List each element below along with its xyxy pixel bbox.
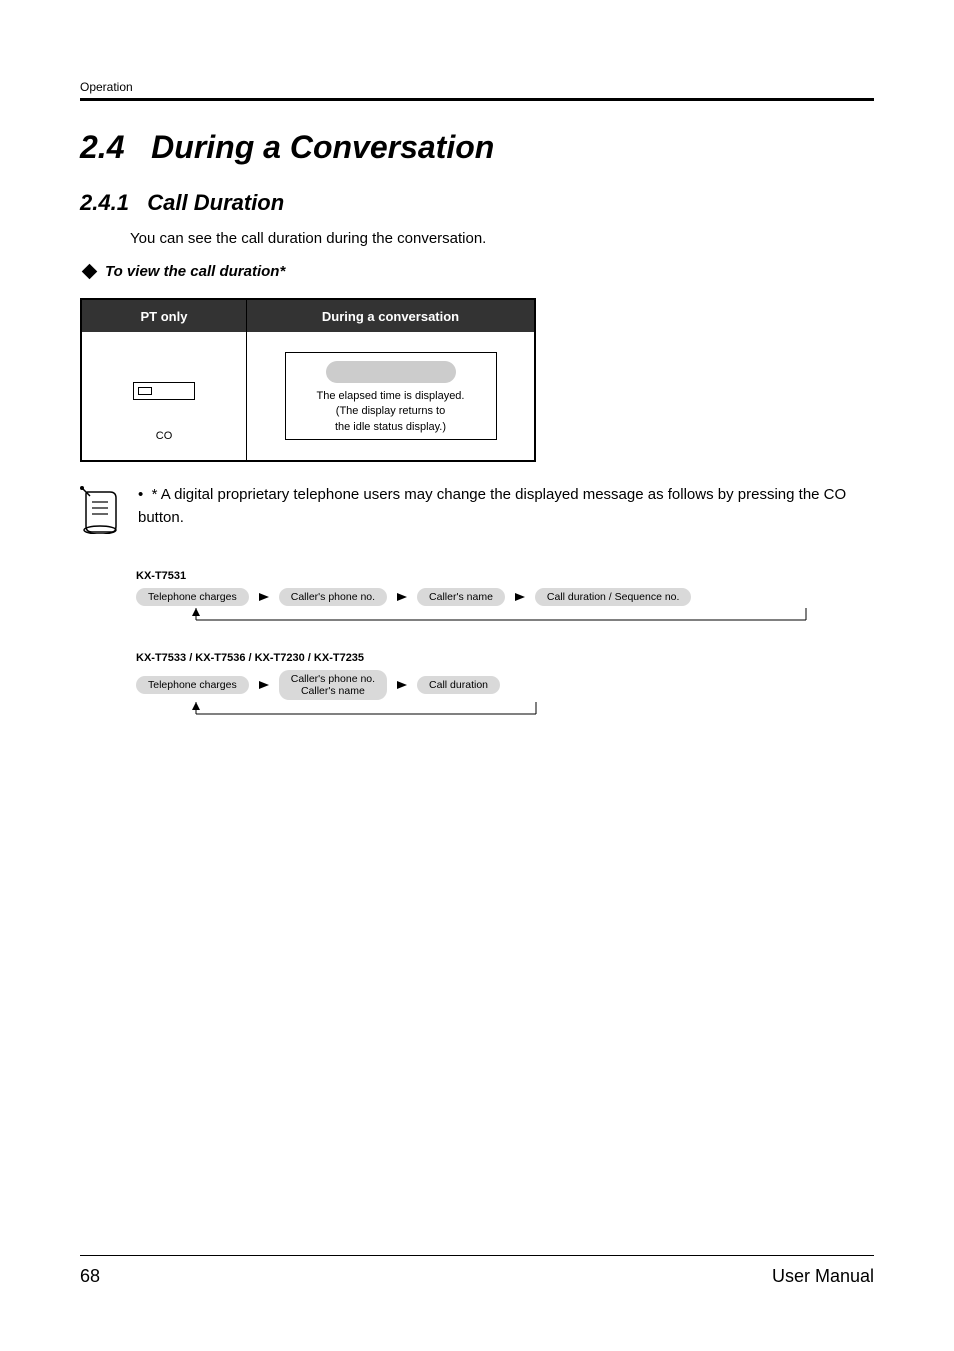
speech-bubble: The elapsed time is displayed. (The disp… [285,352,497,440]
action-label: During a conversation [247,300,534,332]
note-body: * A digital proprietary telephone users … [138,486,846,526]
arrow-icon [259,593,269,601]
subhead-row: To view the call duration* [80,263,874,280]
subsection-title-text: Call Duration [147,190,284,215]
notepad-icon [80,486,120,534]
arrow-icon [397,593,407,601]
section-number: 2.4 [80,129,124,165]
note-row: • * A digital proprietary telephone user… [80,484,874,534]
note-bullet: • [138,486,143,503]
flow1-row: Telephone charges Caller's phone no. Cal… [136,588,874,606]
manual-title: User Manual [772,1266,874,1287]
co-button-cell: CO [82,332,247,460]
flow1-return-line [136,608,874,622]
section-title-text: During a Conversation [151,129,494,165]
chip-caller-phone: Caller's phone no. [279,588,387,606]
note-text: • * A digital proprietary telephone user… [138,484,874,534]
section-title: 2.4 During a Conversation [80,129,874,166]
chip-telephone-charges: Telephone charges [136,588,249,606]
arrow-icon [515,593,525,601]
flow2-return-line [136,702,874,716]
chip-call-duration-2: Call duration [417,676,500,694]
subhead-text: To view the call duration* [105,263,285,280]
chip-caller-name: Caller's name [417,588,505,606]
co-button-inner-icon [138,387,152,395]
co-button-icon [133,382,195,400]
chip-call-duration-seq: Call duration / Sequence no. [535,588,692,606]
flow1-block: KX-T7531 Telephone charges Caller's phon… [136,570,874,622]
diamond-bullet-icon [82,264,98,280]
arrow-icon [397,681,407,689]
header-rule [80,98,874,101]
intro-paragraph: You can see the call duration during the… [130,230,874,247]
flow2-block: KX-T7533 / KX-T7536 / KX-T7230 / KX-T723… [136,652,874,716]
chip-caller-phone-name: Caller's phone no. Caller's name [279,670,387,700]
arrow-icon [259,681,269,689]
page-number: 68 [80,1266,100,1287]
flow1-label: KX-T7531 [136,570,874,582]
page-footer: 68 User Manual [80,1255,874,1287]
subsection-title: 2.4.1 Call Duration [80,190,874,216]
co-label: CO [156,430,173,442]
flow2-row: Telephone charges Caller's phone no. Cal… [136,670,874,700]
chip-telephone-charges-2: Telephone charges [136,676,249,694]
instruction-table: PT only During a conversation CO The ela… [80,298,536,462]
display-screen-icon [326,361,456,383]
speech-cell: The elapsed time is displayed. (The disp… [247,332,534,460]
subsection-number: 2.4.1 [80,190,129,215]
group-label: PT only [82,300,247,332]
footer-rule [80,1255,874,1256]
flow2-label: KX-T7533 / KX-T7536 / KX-T7230 / KX-T723… [136,652,874,664]
section-header: Operation [80,80,874,94]
speech-text: The elapsed time is displayed. (The disp… [317,389,465,435]
